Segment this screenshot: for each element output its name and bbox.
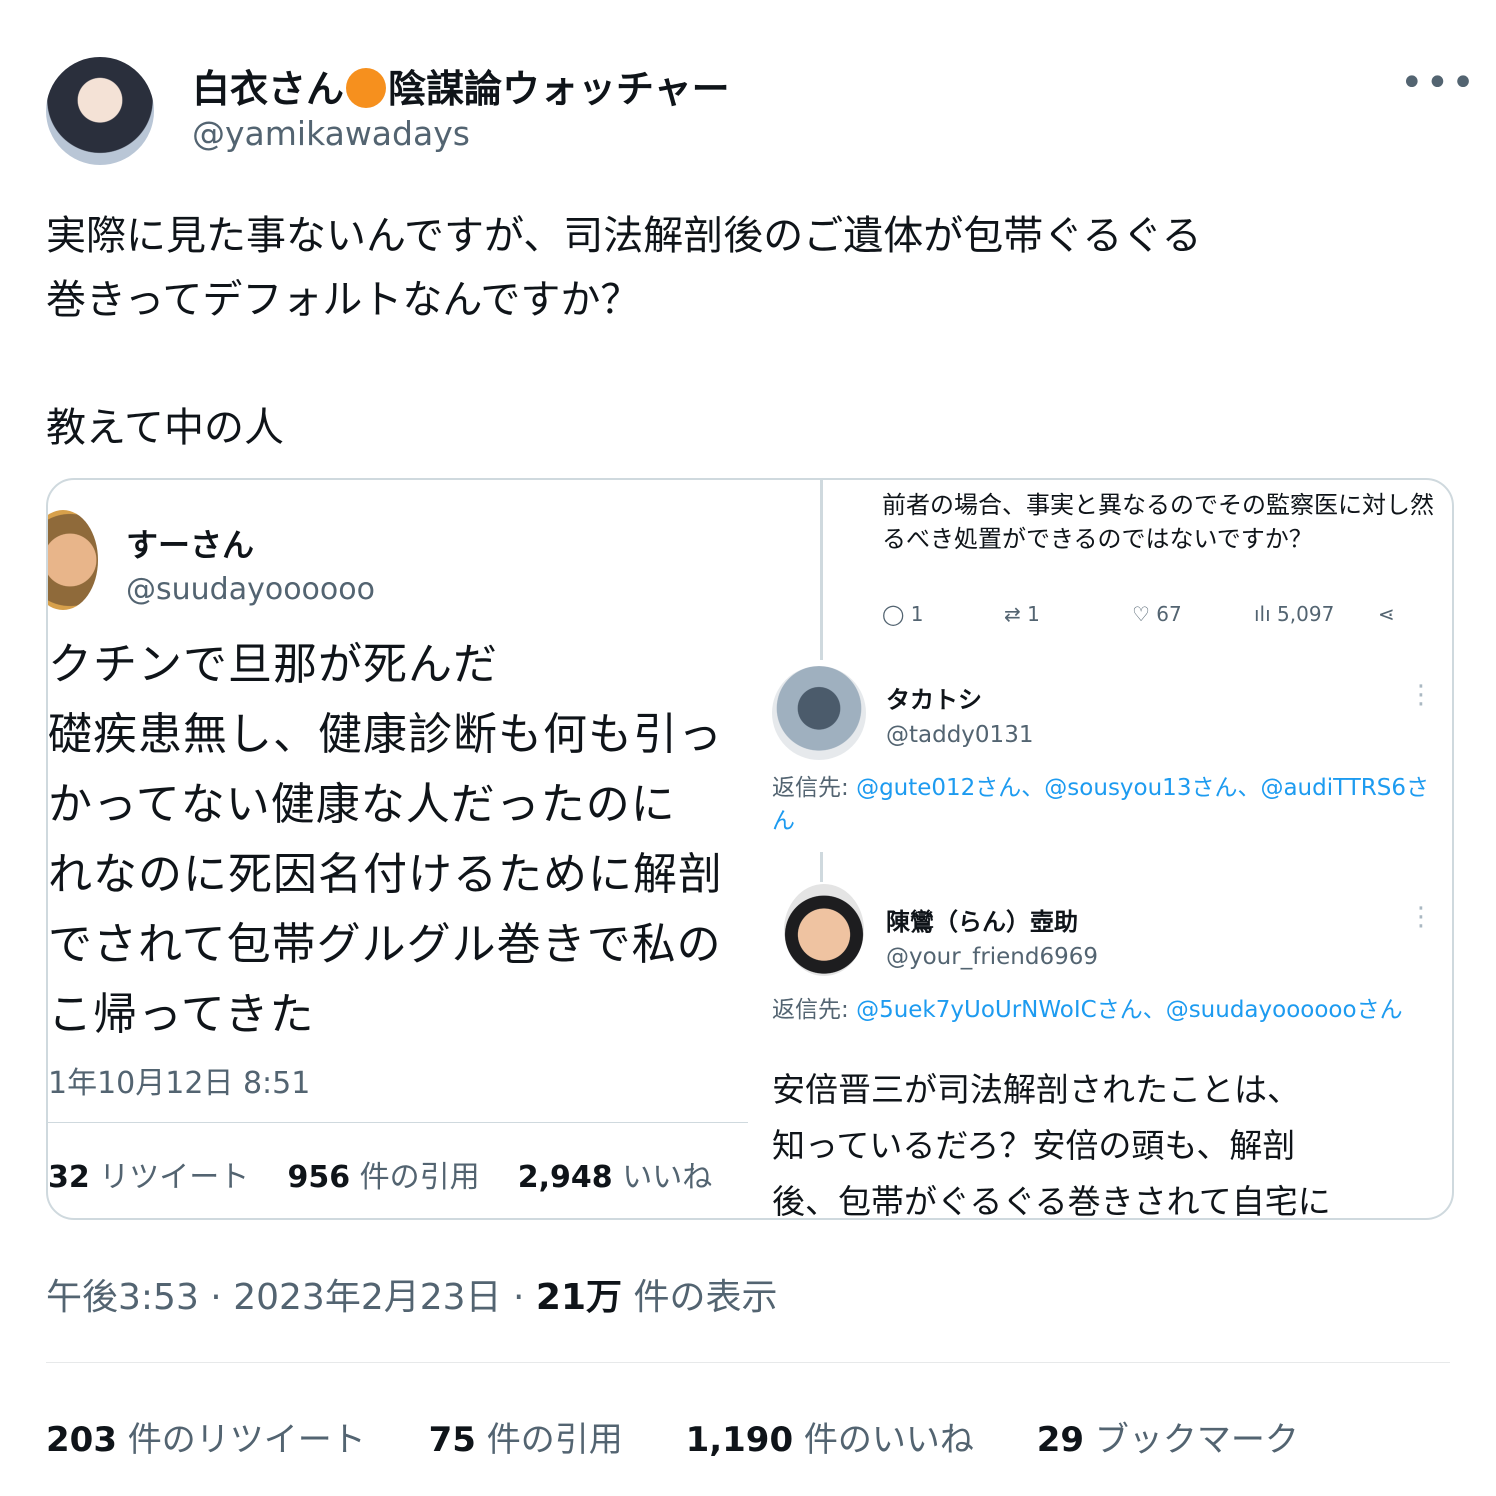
quoted-likes-value: 2,948	[517, 1160, 613, 1195]
reply1-handle: @taddy0131	[886, 722, 1034, 748]
views-count: 5,097	[1277, 602, 1335, 626]
bookmarks-label: ブックマーク	[1094, 1420, 1299, 1460]
meta-separator: ·	[513, 1277, 525, 1318]
reply-action-bar: ◯ 1 ⇄ 1 ♡ 67 ılı 5,097 ⋖	[882, 602, 1422, 626]
quotes-value: 75	[428, 1420, 476, 1460]
quoted-avatar	[48, 510, 98, 610]
like-count: 67	[1156, 602, 1182, 626]
reply2-avatar	[784, 884, 864, 976]
author-display-name[interactable]: 白衣さん 陰謀論ウォッチャー	[192, 58, 730, 113]
retweet-count: 1	[1027, 602, 1040, 626]
reply2-kebab-icon: ⋮	[1408, 902, 1434, 932]
quoted-text: クチンで旦那が死んだ 礎疾患無し、健康診断も何も引っ かってない健康な人だったの…	[48, 639, 723, 1040]
meta-separator: ·	[210, 1277, 222, 1318]
heart-icon: ♡	[1132, 602, 1150, 626]
divider	[46, 1362, 1450, 1363]
retweets-stat[interactable]: 203 件のリツイート	[46, 1412, 366, 1461]
tweet-date[interactable]: 2023年2月23日	[233, 1277, 501, 1318]
reply-text-top: 前者の場合、事実と異なるのでその監察医に対し然るべき処置ができるのではないですか…	[882, 491, 1434, 553]
reply2-reply-to: 返信先: @5uek7yUoUrNWoICさん、@suudayooooooさん	[772, 994, 1432, 1027]
reply1-kebab-icon: ⋮	[1408, 680, 1434, 710]
quoted-divider	[48, 1122, 748, 1123]
reply2-text: 安倍晋三が司法解剖されたことは、 知っているだろ？安倍の頭も、解剖 後、包帯がぐ…	[772, 1070, 1331, 1218]
tweet-meta: 午後3:53 · 2023年2月23日 · 21万 件の表示	[46, 1268, 777, 1320]
author-avatar[interactable]	[46, 57, 154, 165]
orange-circle-icon	[346, 68, 387, 108]
reply2-reply-links: @5uek7yUoUrNWoICさん、@suudayooooooさん	[856, 997, 1403, 1023]
quotes-stat[interactable]: 75 件の引用	[429, 1412, 623, 1461]
quoted-timestamp: 1年10月12日 8:51	[48, 1066, 311, 1101]
likes-value: 1,190	[685, 1420, 794, 1460]
quoted-handle: @suudayoooooo	[126, 572, 375, 607]
retweets-label: 件のリツイート	[127, 1420, 366, 1460]
thread-line	[820, 852, 823, 882]
quotes-label: 件の引用	[486, 1420, 623, 1460]
quoted-quotes-value: 956	[287, 1160, 351, 1195]
quoted-tweet-screenshot: すーさん @suudayoooooo クチンで旦那が死んだ 礎疾患無し、健康診断…	[48, 480, 748, 1218]
reply2-reply-prefix: 返信先:	[772, 997, 857, 1023]
thread-line	[820, 480, 823, 660]
reply1-reply-to: 返信先: @gute012さん、@sousyou13さん、@audiTTRS6さ…	[772, 772, 1432, 838]
views-label: 件の表示	[633, 1277, 778, 1318]
embedded-image[interactable]: すーさん @suudayoooooo クチンで旦那が死んだ 礎疾患無し、健康診断…	[46, 478, 1454, 1220]
retweet-icon: ⇄	[1004, 602, 1021, 626]
reply-thread-screenshot: 前者の場合、事実と異なるのでその監察医に対し然るべき処置ができるのではないですか…	[748, 480, 1452, 1218]
reply-count: 1	[910, 602, 924, 626]
reply2-name: 陳鸞（らん）壺助	[886, 908, 1078, 936]
quoted-retweets-label: リツイート	[99, 1160, 250, 1195]
likes-label: 件のいいね	[803, 1420, 974, 1460]
quoted-likes-label: いいね	[622, 1160, 713, 1195]
views-value: 21万	[535, 1277, 623, 1318]
quoted-quotes-label: 件の引用	[359, 1160, 480, 1195]
more-horizontal-icon[interactable]: •••	[1400, 60, 1477, 106]
quoted-stats: 32 リツイート 956 件の引用 2,948 いいね	[48, 1152, 712, 1196]
tweet-time[interactable]: 午後3:53	[46, 1277, 199, 1318]
reply1-reply-prefix: 返信先:	[772, 775, 857, 801]
display-name-prefix: 白衣さん	[192, 67, 345, 111]
tweet-text: 実際に見た事ないんですが、司法解剖後のご遺体が包帯ぐるぐる 巻きってデフォルトな…	[46, 213, 1202, 451]
display-name-suffix: 陰謀論ウォッチャー	[388, 67, 730, 111]
quoted-name: すーさん	[126, 526, 255, 564]
quoted-retweets-value: 32	[48, 1160, 90, 1195]
reply1-avatar	[772, 666, 866, 760]
share-icon: ⋖	[1378, 602, 1395, 626]
engagement-stats: 203 件のリツイート 75 件の引用 1,190 件のいいね 29 ブックマー…	[46, 1412, 1351, 1461]
reply2-handle: @your_friend6969	[886, 944, 1099, 970]
retweets-value: 203	[46, 1420, 117, 1460]
reply1-name: タカトシ	[886, 686, 982, 714]
reply-icon: ◯	[882, 602, 905, 626]
author-handle[interactable]: @yamikawadays	[192, 114, 470, 153]
reply1-reply-links: @gute012さん、@sousyou13さん、@audiTTRS6さん	[772, 775, 1430, 834]
views-icon: ılı	[1254, 602, 1271, 626]
likes-stat[interactable]: 1,190 件のいいね	[686, 1412, 974, 1461]
bookmarks-value: 29	[1036, 1420, 1085, 1460]
bookmarks-stat[interactable]: 29 ブックマーク	[1037, 1412, 1299, 1461]
